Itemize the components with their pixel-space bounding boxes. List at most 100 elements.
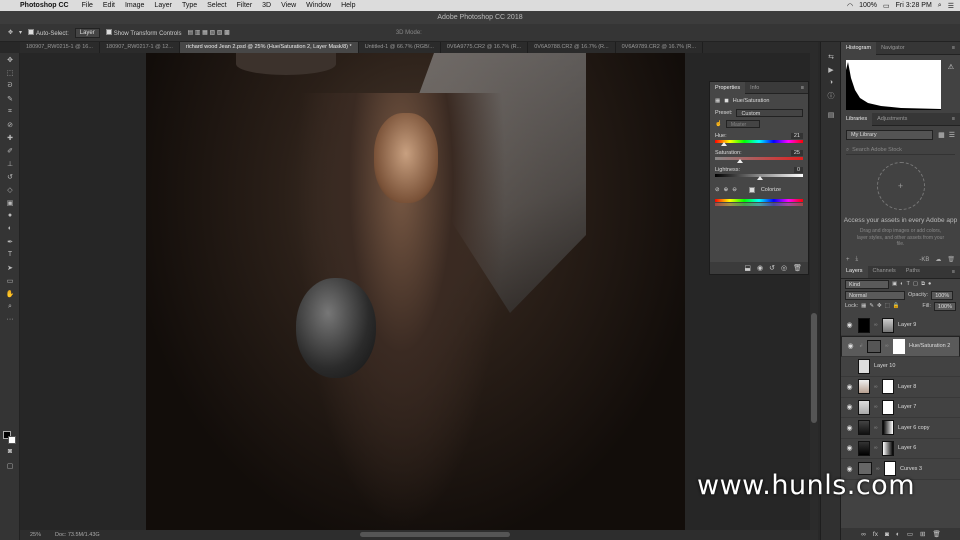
- eye-icon[interactable]: ◉: [846, 342, 855, 350]
- wifi-icon[interactable]: ◠: [847, 2, 853, 10]
- hand-tool-icon[interactable]: ✋: [0, 287, 20, 300]
- tab-info[interactable]: Info: [745, 82, 764, 94]
- move-tool-icon[interactable]: ✥: [8, 29, 13, 36]
- tab-doc-active[interactable]: richard wood Jean 2.psd @ 25% (Hue/Satur…: [179, 42, 359, 53]
- menu-layer[interactable]: Layer: [149, 2, 177, 9]
- mask-thumbnail[interactable]: [882, 440, 894, 456]
- clip-to-layer-icon[interactable]: ⬓: [744, 264, 751, 272]
- menu-window[interactable]: Window: [301, 2, 336, 9]
- link-layers-icon[interactable]: ∞: [861, 531, 866, 538]
- marquee-tool-icon[interactable]: ⬚: [0, 66, 20, 79]
- new-group-icon[interactable]: ▭: [907, 530, 913, 538]
- menu-list-icon[interactable]: ☰: [948, 2, 954, 10]
- layer-row[interactable]: ◉ ∞ Layer 6 copy: [841, 418, 960, 439]
- new-adjustment-icon[interactable]: ◐: [896, 531, 900, 538]
- horizontal-scrollbar[interactable]: [360, 532, 510, 537]
- lock-position-icon[interactable]: ✥: [877, 303, 882, 309]
- menu-3d[interactable]: 3D: [257, 2, 276, 9]
- layer-row[interactable]: ◉ ∞ Layer 6: [841, 439, 960, 459]
- document-canvas[interactable]: [146, 53, 685, 530]
- opacity-field[interactable]: 100%: [931, 290, 954, 300]
- eyedropper-icon[interactable]: ⊘: [715, 187, 720, 193]
- vertical-scrollbar[interactable]: [810, 53, 818, 530]
- menu-type[interactable]: Type: [177, 2, 202, 9]
- eraser-tool-icon[interactable]: ◇: [0, 183, 20, 196]
- path-select-icon[interactable]: ➤: [0, 261, 20, 274]
- new-layer-icon[interactable]: ⊞: [920, 530, 925, 538]
- hue-slider-knob[interactable]: [721, 142, 727, 146]
- mask-thumbnail[interactable]: [882, 379, 894, 395]
- lightness-value[interactable]: 0: [793, 166, 803, 173]
- layer-row[interactable]: ◉ ∞ Layer 9: [841, 316, 960, 336]
- eye-icon[interactable]: ◉: [845, 424, 854, 432]
- grid-view-icon[interactable]: ▦: [938, 131, 945, 139]
- add-icon[interactable]: +: [846, 257, 850, 263]
- search-icon[interactable]: ⌕: [938, 2, 942, 10]
- eye-icon[interactable]: ◉: [845, 403, 854, 411]
- fill-field[interactable]: 100%: [933, 301, 956, 311]
- tool-preset-picker[interactable]: ▾: [19, 29, 22, 36]
- preset-dropdown[interactable]: Custom: [736, 109, 803, 117]
- reset-icon[interactable]: ↺: [769, 264, 775, 272]
- filter-smart-icon[interactable]: ⧉: [921, 281, 925, 288]
- upload-icon[interactable]: ⤓: [856, 256, 859, 263]
- menu-image[interactable]: Image: [120, 2, 149, 9]
- filter-type-icon[interactable]: T: [907, 281, 910, 287]
- quick-mask-icon[interactable]: ◙: [0, 445, 20, 458]
- filter-toggle-icon[interactable]: ●: [928, 281, 931, 287]
- filter-pixel-icon[interactable]: ▣: [892, 281, 897, 287]
- layer-row[interactable]: ◉ ∞ Layer 8: [841, 377, 960, 398]
- quick-select-tool-icon[interactable]: ✎: [0, 92, 20, 105]
- eyedropper-minus-icon[interactable]: ⊖: [732, 187, 737, 193]
- filter-shape-icon[interactable]: ▢: [913, 281, 918, 287]
- cloud-icon[interactable]: ☁: [935, 256, 941, 263]
- add-mask-icon[interactable]: ◙: [885, 531, 889, 538]
- tab-libraries[interactable]: Libraries: [841, 112, 873, 126]
- colorize-checkbox[interactable]: [748, 187, 755, 193]
- add-asset-circle[interactable]: +: [876, 162, 925, 210]
- hue-value[interactable]: 21: [790, 132, 803, 139]
- panel-menu-icon[interactable]: ≡: [952, 116, 955, 122]
- layer-row[interactable]: ◉ ∞ Layer 7: [841, 398, 960, 418]
- list-view-icon[interactable]: ☰: [949, 131, 955, 139]
- tab-doc-6[interactable]: 0V6A9788.CR2 @ 16.7% (R...: [528, 42, 616, 53]
- tab-doc-7[interactable]: 0V6A9789.CR2 @ 16.7% (R...: [616, 42, 703, 53]
- zoom-level[interactable]: 25%: [30, 532, 41, 538]
- type-tool-icon[interactable]: T: [0, 248, 20, 261]
- library-search[interactable]: ⌕ Search Adobe Stock: [846, 146, 955, 155]
- trash-icon[interactable]: 🗑: [932, 530, 940, 538]
- trash-icon[interactable]: 🗑: [947, 256, 955, 263]
- targeted-adjust-icon[interactable]: ☝: [715, 121, 722, 127]
- mask-thumbnail[interactable]: [882, 420, 894, 436]
- panel-menu-icon[interactable]: ≡: [801, 85, 808, 91]
- transform-controls-checkbox[interactable]: Show Transform Controls: [105, 28, 181, 37]
- tab-channels[interactable]: Channels: [868, 265, 901, 278]
- auto-select-checkbox[interactable]: Auto-Select:: [28, 28, 69, 37]
- gradient-tool-icon[interactable]: ▣: [0, 196, 20, 209]
- view-previous-icon[interactable]: ◉: [757, 264, 763, 272]
- tab-doc-2[interactable]: 180907_RW0217-1 @ 12...: [100, 42, 180, 53]
- crop-tool-icon[interactable]: ⌗: [0, 105, 20, 118]
- history-brush-icon[interactable]: ↺: [0, 170, 20, 183]
- tab-histogram[interactable]: Histogram: [841, 41, 877, 55]
- eyedropper-tool-icon[interactable]: ⊘: [0, 118, 20, 131]
- panel-menu-icon[interactable]: ≡: [952, 45, 955, 51]
- lightness-slider-knob[interactable]: [757, 176, 763, 180]
- menu-select[interactable]: Select: [202, 2, 231, 9]
- more-tools-icon[interactable]: ···: [0, 313, 20, 326]
- zoom-tool-icon[interactable]: ⌕: [0, 300, 20, 313]
- eye-icon[interactable]: ◉: [845, 444, 854, 452]
- layer-row[interactable]: ◉ ↲ ∞ Hue/Saturation 2: [841, 336, 960, 357]
- blend-mode-dropdown[interactable]: Normal: [845, 290, 905, 300]
- mask-thumbnail[interactable]: [882, 399, 894, 415]
- doc-size[interactable]: Doc: 73.5M/1.43G: [55, 532, 100, 538]
- menu-help[interactable]: Help: [336, 2, 360, 9]
- saturation-value[interactable]: 25: [790, 149, 803, 156]
- saturation-slider[interactable]: [715, 157, 803, 160]
- visibility-icon[interactable]: ◎: [781, 264, 787, 272]
- canvas-area[interactable]: [20, 53, 818, 530]
- library-dropdown[interactable]: My Library: [846, 130, 934, 140]
- auto-select-dropdown[interactable]: Layer: [74, 27, 100, 38]
- panel-menu-icon[interactable]: ≡: [952, 269, 955, 275]
- channel-dropdown[interactable]: Master: [725, 119, 760, 128]
